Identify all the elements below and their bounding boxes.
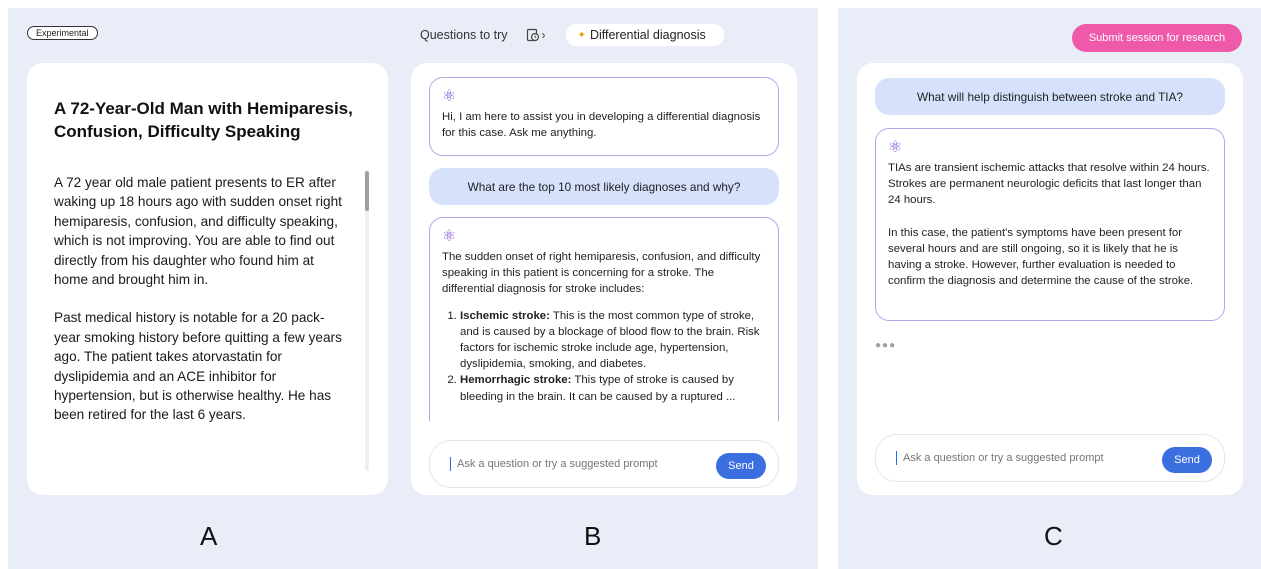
- ai-greeting-bubble: ⚛ Hi, I am here to assist you in develop…: [429, 77, 779, 156]
- submit-session-button[interactable]: Submit session for research: [1072, 24, 1242, 52]
- experimental-badge: Experimental: [27, 26, 98, 40]
- user-question-text: What will help distinguish between strok…: [916, 89, 1183, 104]
- case-body: A 72 year old male patient presents to E…: [54, 173, 349, 444]
- chat-input[interactable]: [897, 451, 1165, 465]
- ai-assistant-icon: ⚛: [442, 228, 457, 245]
- send-button[interactable]: Send: [1162, 447, 1212, 473]
- right-panel: Submit session for research What will he…: [838, 8, 1261, 569]
- chevron-right-icon: ›: [541, 28, 546, 42]
- typing-indicator: ●●●: [875, 340, 897, 351]
- ai-greeting-text: Hi, I am here to assist you in developin…: [442, 111, 761, 140]
- ai-assistant-icon: ⚛: [442, 88, 457, 105]
- history-icon[interactable]: ›: [526, 28, 546, 42]
- sparkle-icon: ✦: [577, 29, 586, 41]
- questions-bar: Questions to try › ✦ Differential diagno…: [420, 24, 724, 46]
- case-card: A 72-Year-Old Man with Hemiparesis, Conf…: [27, 63, 388, 495]
- list-item-heading: Hemorrhagic stroke:: [460, 374, 572, 387]
- scrollbar-thumb[interactable]: [365, 171, 369, 211]
- panel-label-b: B: [584, 521, 602, 551]
- diagnosis-list: Ischemic stroke: This is the most common…: [442, 308, 766, 405]
- user-question-bubble: What are the top 10 most likely diagnose…: [429, 168, 779, 205]
- chat-input[interactable]: [451, 457, 719, 471]
- panel-label-c: C: [1044, 521, 1063, 551]
- chat-card-c: What will help distinguish between strok…: [857, 63, 1243, 495]
- user-question-bubble: What will help distinguish between strok…: [875, 78, 1225, 115]
- scrollbar-track[interactable]: [365, 171, 369, 471]
- questions-to-try-label: Questions to try: [420, 28, 508, 42]
- case-title: A 72-Year-Old Man with Hemiparesis, Conf…: [54, 99, 353, 141]
- chat-input-row: Send: [429, 440, 779, 488]
- differential-diagnosis-chip[interactable]: ✦ Differential diagnosis: [565, 24, 724, 46]
- list-item: Hemorrhagic stroke: This type of stroke …: [460, 372, 766, 404]
- list-item-heading: Ischemic stroke:: [460, 309, 550, 322]
- ai-answer-intro: The sudden onset of right hemiparesis, c…: [442, 251, 761, 296]
- chip-label: Differential diagnosis: [589, 28, 706, 42]
- case-paragraph-1: A 72 year old male patient presents to E…: [54, 175, 342, 288]
- ai-answer-paragraph-2: In this case, the patient's symptoms hav…: [888, 226, 1194, 288]
- panel-label-a: A: [200, 521, 218, 551]
- ai-answer-paragraph-1: TIAs are transient ischemic attacks that…: [888, 162, 1210, 207]
- list-item: Ischemic stroke: This is the most common…: [460, 308, 766, 373]
- case-paragraph-2: Past medical history is notable for a 20…: [54, 310, 342, 423]
- chat-card-b: ⚛ Hi, I am here to assist you in develop…: [411, 63, 797, 495]
- left-panel: Experimental Questions to try › ✦ Differ…: [8, 8, 818, 569]
- send-button[interactable]: Send: [716, 453, 766, 479]
- user-question-text: What are the top 10 most likely diagnose…: [467, 179, 741, 194]
- history-glyph: [526, 28, 539, 42]
- chat-input-row: Send: [875, 434, 1225, 482]
- ai-answer-bubble: ⚛ TIAs are transient ischemic attacks th…: [875, 128, 1225, 321]
- ai-assistant-icon: ⚛: [888, 139, 903, 156]
